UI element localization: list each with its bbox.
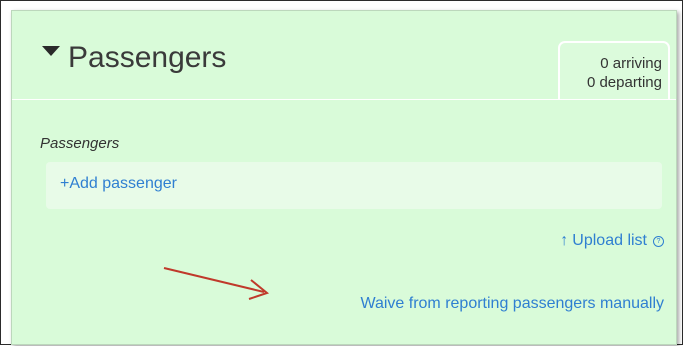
departing-count: 0 departing xyxy=(586,74,662,91)
passengers-panel: Passengers 0 arriving 0 departing Passen… xyxy=(11,10,677,345)
screenshot-frame: Passengers 0 arriving 0 departing Passen… xyxy=(0,0,683,345)
arriving-count: 0 arriving xyxy=(600,55,662,72)
passenger-counts-tab: 0 arriving 0 departing xyxy=(558,41,670,99)
add-passenger-label: +Add passenger xyxy=(60,175,177,192)
question-circle-icon[interactable]: ? xyxy=(653,235,664,247)
panel-title[interactable]: Passengers xyxy=(68,41,226,75)
passengers-section-label: Passengers xyxy=(40,135,120,152)
arrow-up-icon: ↑ xyxy=(560,232,569,249)
caret-down-icon[interactable] xyxy=(42,46,60,56)
add-passenger-button[interactable]: +Add passenger xyxy=(46,162,662,209)
panel-header: Passengers 0 arriving 0 departing xyxy=(12,11,676,100)
upload-list-label: Upload list xyxy=(572,232,647,249)
upload-list-link[interactable]: ↑ Upload list ? xyxy=(560,232,664,250)
waive-manual-reporting-link[interactable]: Waive from reporting passengers manually xyxy=(360,295,664,313)
